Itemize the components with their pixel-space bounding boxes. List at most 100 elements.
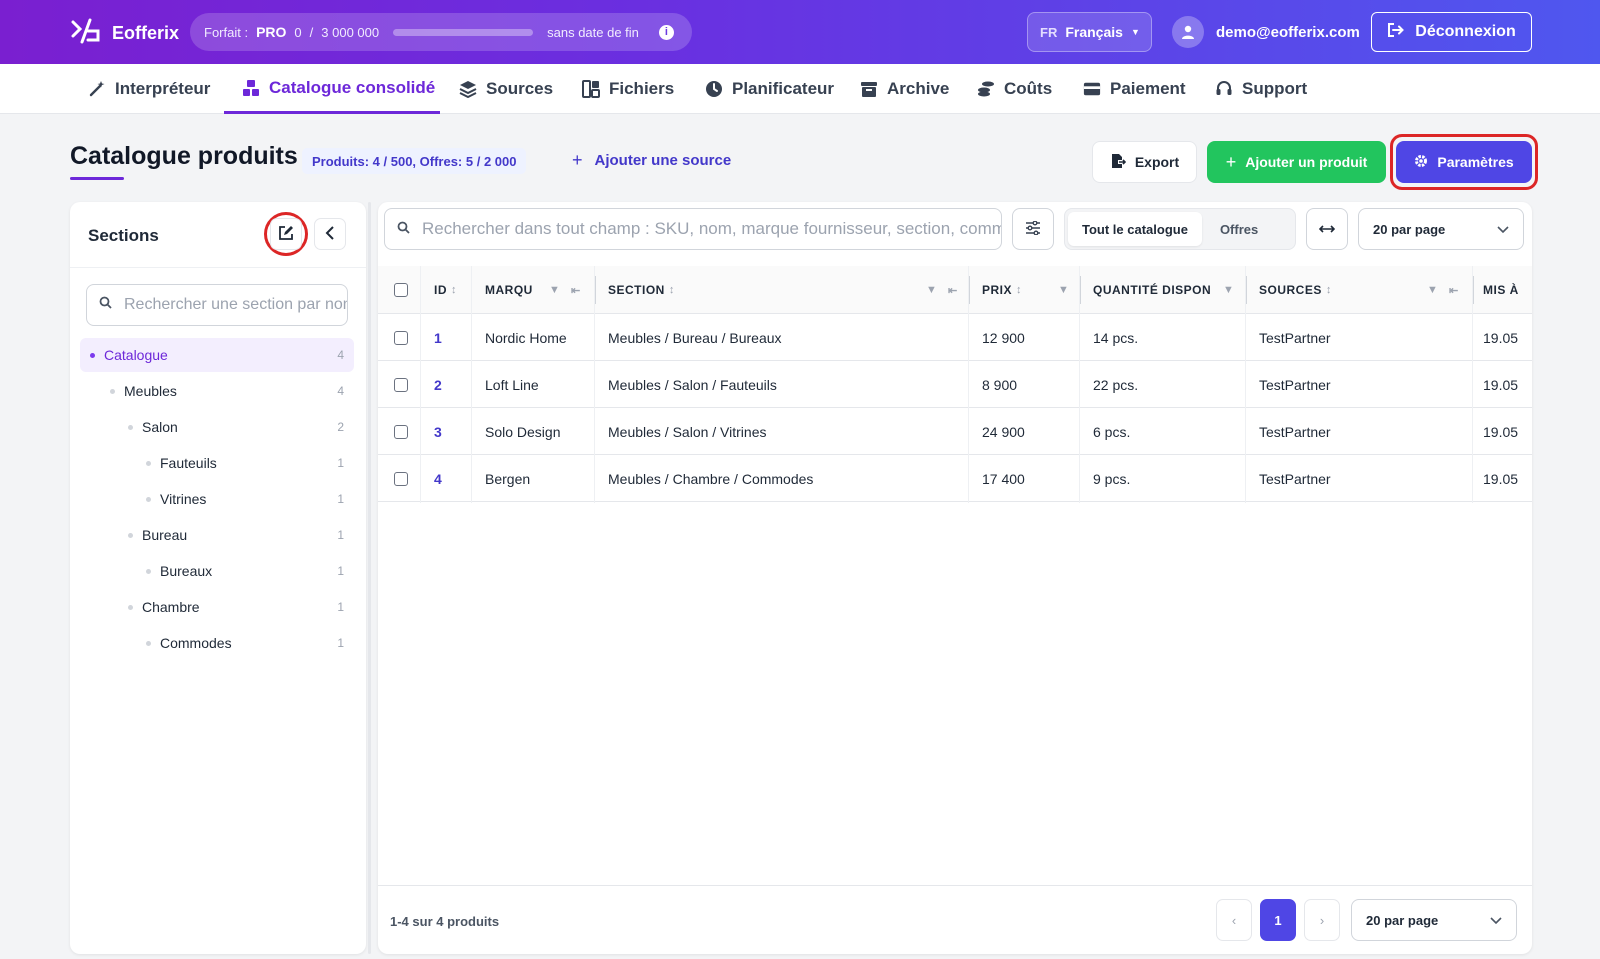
per-page-select-top[interactable]: 20 par page	[1358, 208, 1524, 250]
add-source-link[interactable]: + Ajouter une source	[572, 150, 731, 171]
next-page-button[interactable]: ›	[1304, 899, 1340, 941]
cell-updated: 19.05	[1483, 423, 1519, 440]
panel-resize-handle[interactable]	[368, 202, 371, 954]
nav-item-paiement[interactable]: Paiement	[1083, 64, 1186, 114]
tab-all-catalog[interactable]: Tout le catalogue	[1068, 212, 1202, 246]
cell-id[interactable]: 4	[434, 455, 442, 502]
nav-label: Paiement	[1110, 79, 1186, 98]
cell-brand: Bergen	[485, 470, 531, 487]
nav-item-support[interactable]: Support	[1215, 64, 1307, 114]
plan-name: PRO	[256, 24, 287, 40]
row-checkbox[interactable]	[394, 455, 408, 502]
user-menu[interactable]: demo@eofferix.com	[1172, 16, 1360, 48]
page-1-button[interactable]: 1	[1260, 899, 1296, 941]
tree-label: Vitrines	[160, 491, 207, 507]
brand-logo[interactable]: Eofferix	[70, 18, 179, 49]
tree-label: Bureau	[142, 527, 188, 543]
header-brand[interactable]: MARQU ▼ ⇤	[485, 266, 595, 314]
bullet-icon	[128, 424, 133, 430]
row-checkbox[interactable]	[394, 314, 408, 361]
brand-name: Eofferix	[112, 23, 180, 43]
user-email: demo@eofferix.com	[1216, 23, 1360, 41]
header-quantity[interactable]: QUANTITÉ DISPON ▼	[1093, 266, 1241, 314]
table-row[interactable]: 4 Bergen Meubles / Chambre / Commodes 17…	[378, 455, 1532, 502]
filter-button[interactable]	[1012, 208, 1054, 250]
nav-item-catalogue-consolide[interactable]: Catalogue consolidé	[224, 64, 440, 114]
header-price[interactable]: PRIX ↕ ▼	[982, 266, 1074, 314]
usage-total: 3 000 000	[321, 24, 380, 40]
tab-offers[interactable]: Offres	[1206, 212, 1272, 246]
tree-item-salon[interactable]: Salon 2	[80, 410, 354, 444]
info-icon[interactable]: i	[658, 24, 674, 40]
sections-title: Sections	[88, 226, 159, 245]
cell-section: Meubles / Chambre / Commodes	[608, 470, 814, 487]
tree-item-vitrines[interactable]: Vitrines 1	[80, 482, 354, 516]
cell-sources: TestPartner	[1259, 423, 1331, 440]
tree-item-catalogue[interactable]: Catalogue 4	[80, 338, 354, 372]
header-updated[interactable]: MIS À	[1483, 266, 1532, 314]
cell-brand: Loft Line	[485, 376, 539, 393]
settings-button[interactable]: Paramètres	[1396, 141, 1532, 183]
cell-quantity: 22 pcs.	[1093, 376, 1139, 393]
tree-item-bureau[interactable]: Bureau 1	[80, 518, 354, 552]
table-footer: 1-4 sur 4 produits ‹ 1 › 20 par page	[378, 885, 1532, 954]
catalog-search-placeholder: Rechercher dans tout champ : SKU, nom, m…	[422, 219, 1002, 238]
collapse-panel-button[interactable]	[314, 218, 346, 250]
row-checkbox[interactable]	[394, 361, 408, 408]
language-selector[interactable]: FR Français ▼	[1027, 12, 1152, 52]
header-section[interactable]: SECTION ↕ ▼ ⇤	[608, 266, 968, 314]
cell-section: Meubles / Salon / Vitrines	[608, 423, 767, 440]
catalog-search-input[interactable]: Rechercher dans tout champ : SKU, nom, m…	[384, 208, 1002, 250]
nav-item-interpreteur[interactable]: Interpréteur	[88, 64, 210, 114]
cell-id[interactable]: 2	[434, 361, 442, 408]
table-row[interactable]: 1 Nordic Home Meubles / Bureau / Bureaux…	[378, 314, 1532, 361]
tree-count: 1	[337, 564, 344, 578]
tree-item-chambre[interactable]: Chambre 1	[80, 590, 354, 624]
bullet-icon	[146, 496, 151, 502]
tree-item-meubles[interactable]: Meubles 4	[80, 374, 354, 408]
cell-brand: Nordic Home	[485, 329, 567, 346]
per-page-select-bottom[interactable]: 20 par page	[1351, 899, 1517, 941]
tree-count: 1	[337, 528, 344, 542]
nav-item-sources[interactable]: Sources	[459, 64, 553, 114]
cell-price: 12 900	[982, 329, 1025, 346]
cell-sources: TestPartner	[1259, 329, 1331, 346]
tree-item-bureaux[interactable]: Bureaux 1	[80, 554, 354, 588]
nav-item-archive[interactable]: Archive	[860, 64, 949, 114]
headset-icon	[1215, 80, 1233, 98]
logout-button[interactable]: Déconnexion	[1371, 12, 1532, 52]
nav-item-fichiers[interactable]: Fichiers	[582, 64, 674, 114]
prev-page-button[interactable]: ‹	[1216, 899, 1252, 941]
export-button[interactable]: Export	[1092, 141, 1197, 183]
tree-item-fauteuils[interactable]: Fauteuils 1	[80, 446, 354, 480]
bullet-icon	[128, 604, 133, 610]
nav-label: Sources	[486, 79, 554, 98]
edit-sections-button[interactable]	[270, 218, 302, 250]
plan-period: sans date de fin	[547, 24, 639, 40]
nav-item-couts[interactable]: Coûts	[977, 64, 1052, 114]
plan-label: Forfait :	[204, 24, 249, 40]
header-sources[interactable]: SOURCES ↕ ▼ ⇤	[1259, 266, 1471, 314]
tree-count: 2	[337, 420, 344, 434]
row-checkbox[interactable]	[394, 408, 408, 455]
clock-icon	[705, 80, 723, 98]
arrows-horizontal-icon	[1318, 221, 1336, 238]
bullet-icon	[146, 568, 151, 574]
add-product-button[interactable]: + Ajouter un produit	[1207, 141, 1386, 183]
header-id[interactable]: ID ↕	[434, 266, 457, 314]
table-row[interactable]: 3 Solo Design Meubles / Salon / Vitrines…	[378, 408, 1532, 455]
cell-id[interactable]: 1	[434, 314, 442, 361]
expand-width-button[interactable]	[1306, 208, 1348, 250]
card-icon	[1083, 80, 1101, 98]
table-row[interactable]: 2 Loft Line Meubles / Salon / Fauteuils …	[378, 361, 1532, 408]
cell-id[interactable]: 3	[434, 408, 442, 455]
edit-icon	[278, 225, 294, 244]
cell-section: Meubles / Salon / Fauteuils	[608, 376, 777, 393]
nav-label: Planificateur	[732, 79, 835, 98]
section-search-input[interactable]: Rechercher une section par nom	[86, 284, 348, 326]
tree-item-commodes[interactable]: Commodes 1	[80, 626, 354, 660]
cell-updated: 19.05	[1483, 470, 1519, 487]
select-all-checkbox[interactable]	[394, 266, 408, 314]
nav-item-planificateur[interactable]: Planificateur	[705, 64, 834, 114]
usage-progress-bar	[393, 28, 534, 36]
